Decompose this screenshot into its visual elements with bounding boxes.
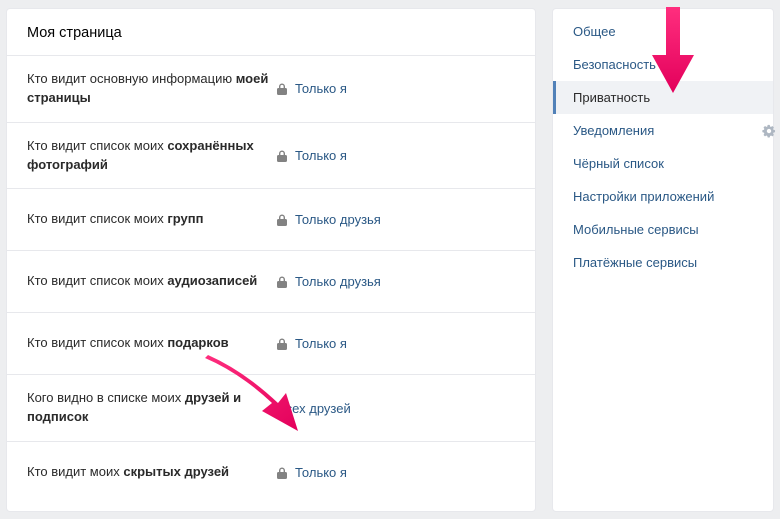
lock-icon: [277, 338, 287, 350]
sidebar-item-general[interactable]: Общее: [553, 15, 773, 48]
privacy-row: Кого видно в списке моих друзей и подпис…: [7, 374, 535, 441]
lock-icon: [277, 467, 287, 479]
sidebar-item-label: Уведомления: [573, 123, 654, 138]
privacy-row: Кто видит список моих сохранённых фотогр…: [7, 122, 535, 189]
row-value-dropdown[interactable]: Только я: [277, 81, 347, 96]
row-value-dropdown[interactable]: Только друзья: [277, 212, 381, 227]
gear-icon: [762, 124, 776, 138]
row-value-text: Только друзья: [295, 274, 381, 289]
sidebar-item-notifications[interactable]: Уведомления: [553, 114, 773, 147]
row-label: Кто видит моих скрытых друзей: [27, 463, 277, 482]
main-panel: Моя страница Кто видит основную информац…: [6, 8, 536, 512]
sidebar-item-payments[interactable]: Платёжные сервисы: [553, 246, 773, 279]
sidebar-item-app-settings[interactable]: Настройки приложений: [553, 180, 773, 213]
row-value-dropdown[interactable]: Только друзья: [277, 274, 381, 289]
privacy-row: Кто видит моих скрытых друзей Только я: [7, 441, 535, 503]
row-label: Кто видит список моих подарков: [27, 334, 277, 353]
lock-icon: [277, 276, 287, 288]
row-value-text: Только я: [295, 465, 347, 480]
sidebar-item-label: Приватность: [573, 90, 650, 105]
sidebar-item-label: Платёжные сервисы: [573, 255, 697, 270]
row-value-text: Только друзья: [295, 212, 381, 227]
row-value-text: Только я: [295, 148, 347, 163]
privacy-row: Кто видит основную информацию моей стран…: [7, 55, 535, 122]
row-value-dropdown[interactable]: Только я: [277, 336, 347, 351]
row-value-dropdown[interactable]: Всех друзей: [277, 401, 351, 416]
lock-icon: [277, 150, 287, 162]
sidebar-panel: Общее Безопасность Приватность Уведомлен…: [552, 8, 774, 512]
sidebar-item-label: Чёрный список: [573, 156, 664, 171]
sidebar-item-blacklist[interactable]: Чёрный список: [553, 147, 773, 180]
row-value-text: Всех друзей: [277, 401, 351, 416]
row-value-dropdown[interactable]: Только я: [277, 148, 347, 163]
row-value-dropdown[interactable]: Только я: [277, 465, 347, 480]
section-title: Моя страница: [7, 9, 535, 55]
privacy-row: Кто видит список моих подарков Только я: [7, 312, 535, 374]
sidebar-item-label: Мобильные сервисы: [573, 222, 699, 237]
sidebar-item-label: Настройки приложений: [573, 189, 714, 204]
row-value-text: Только я: [295, 81, 347, 96]
row-label: Кто видит список моих групп: [27, 210, 277, 229]
privacy-row: Кто видит список моих групп Только друзь…: [7, 188, 535, 250]
row-label: Кто видит основную информацию моей стран…: [27, 70, 277, 108]
sidebar-item-mobile[interactable]: Мобильные сервисы: [553, 213, 773, 246]
row-label: Кого видно в списке моих друзей и подпис…: [27, 389, 277, 427]
lock-icon: [277, 83, 287, 95]
row-value-text: Только я: [295, 336, 347, 351]
row-label: Кто видит список моих аудиозаписей: [27, 272, 277, 291]
lock-icon: [277, 214, 287, 226]
sidebar-item-label: Общее: [573, 24, 616, 39]
row-label: Кто видит список моих сохранённых фотогр…: [27, 137, 277, 175]
sidebar-item-privacy[interactable]: Приватность: [553, 81, 773, 114]
sidebar-item-label: Безопасность: [573, 57, 656, 72]
privacy-row: Кто видит список моих аудиозаписей Тольк…: [7, 250, 535, 312]
sidebar-item-security[interactable]: Безопасность: [553, 48, 773, 81]
